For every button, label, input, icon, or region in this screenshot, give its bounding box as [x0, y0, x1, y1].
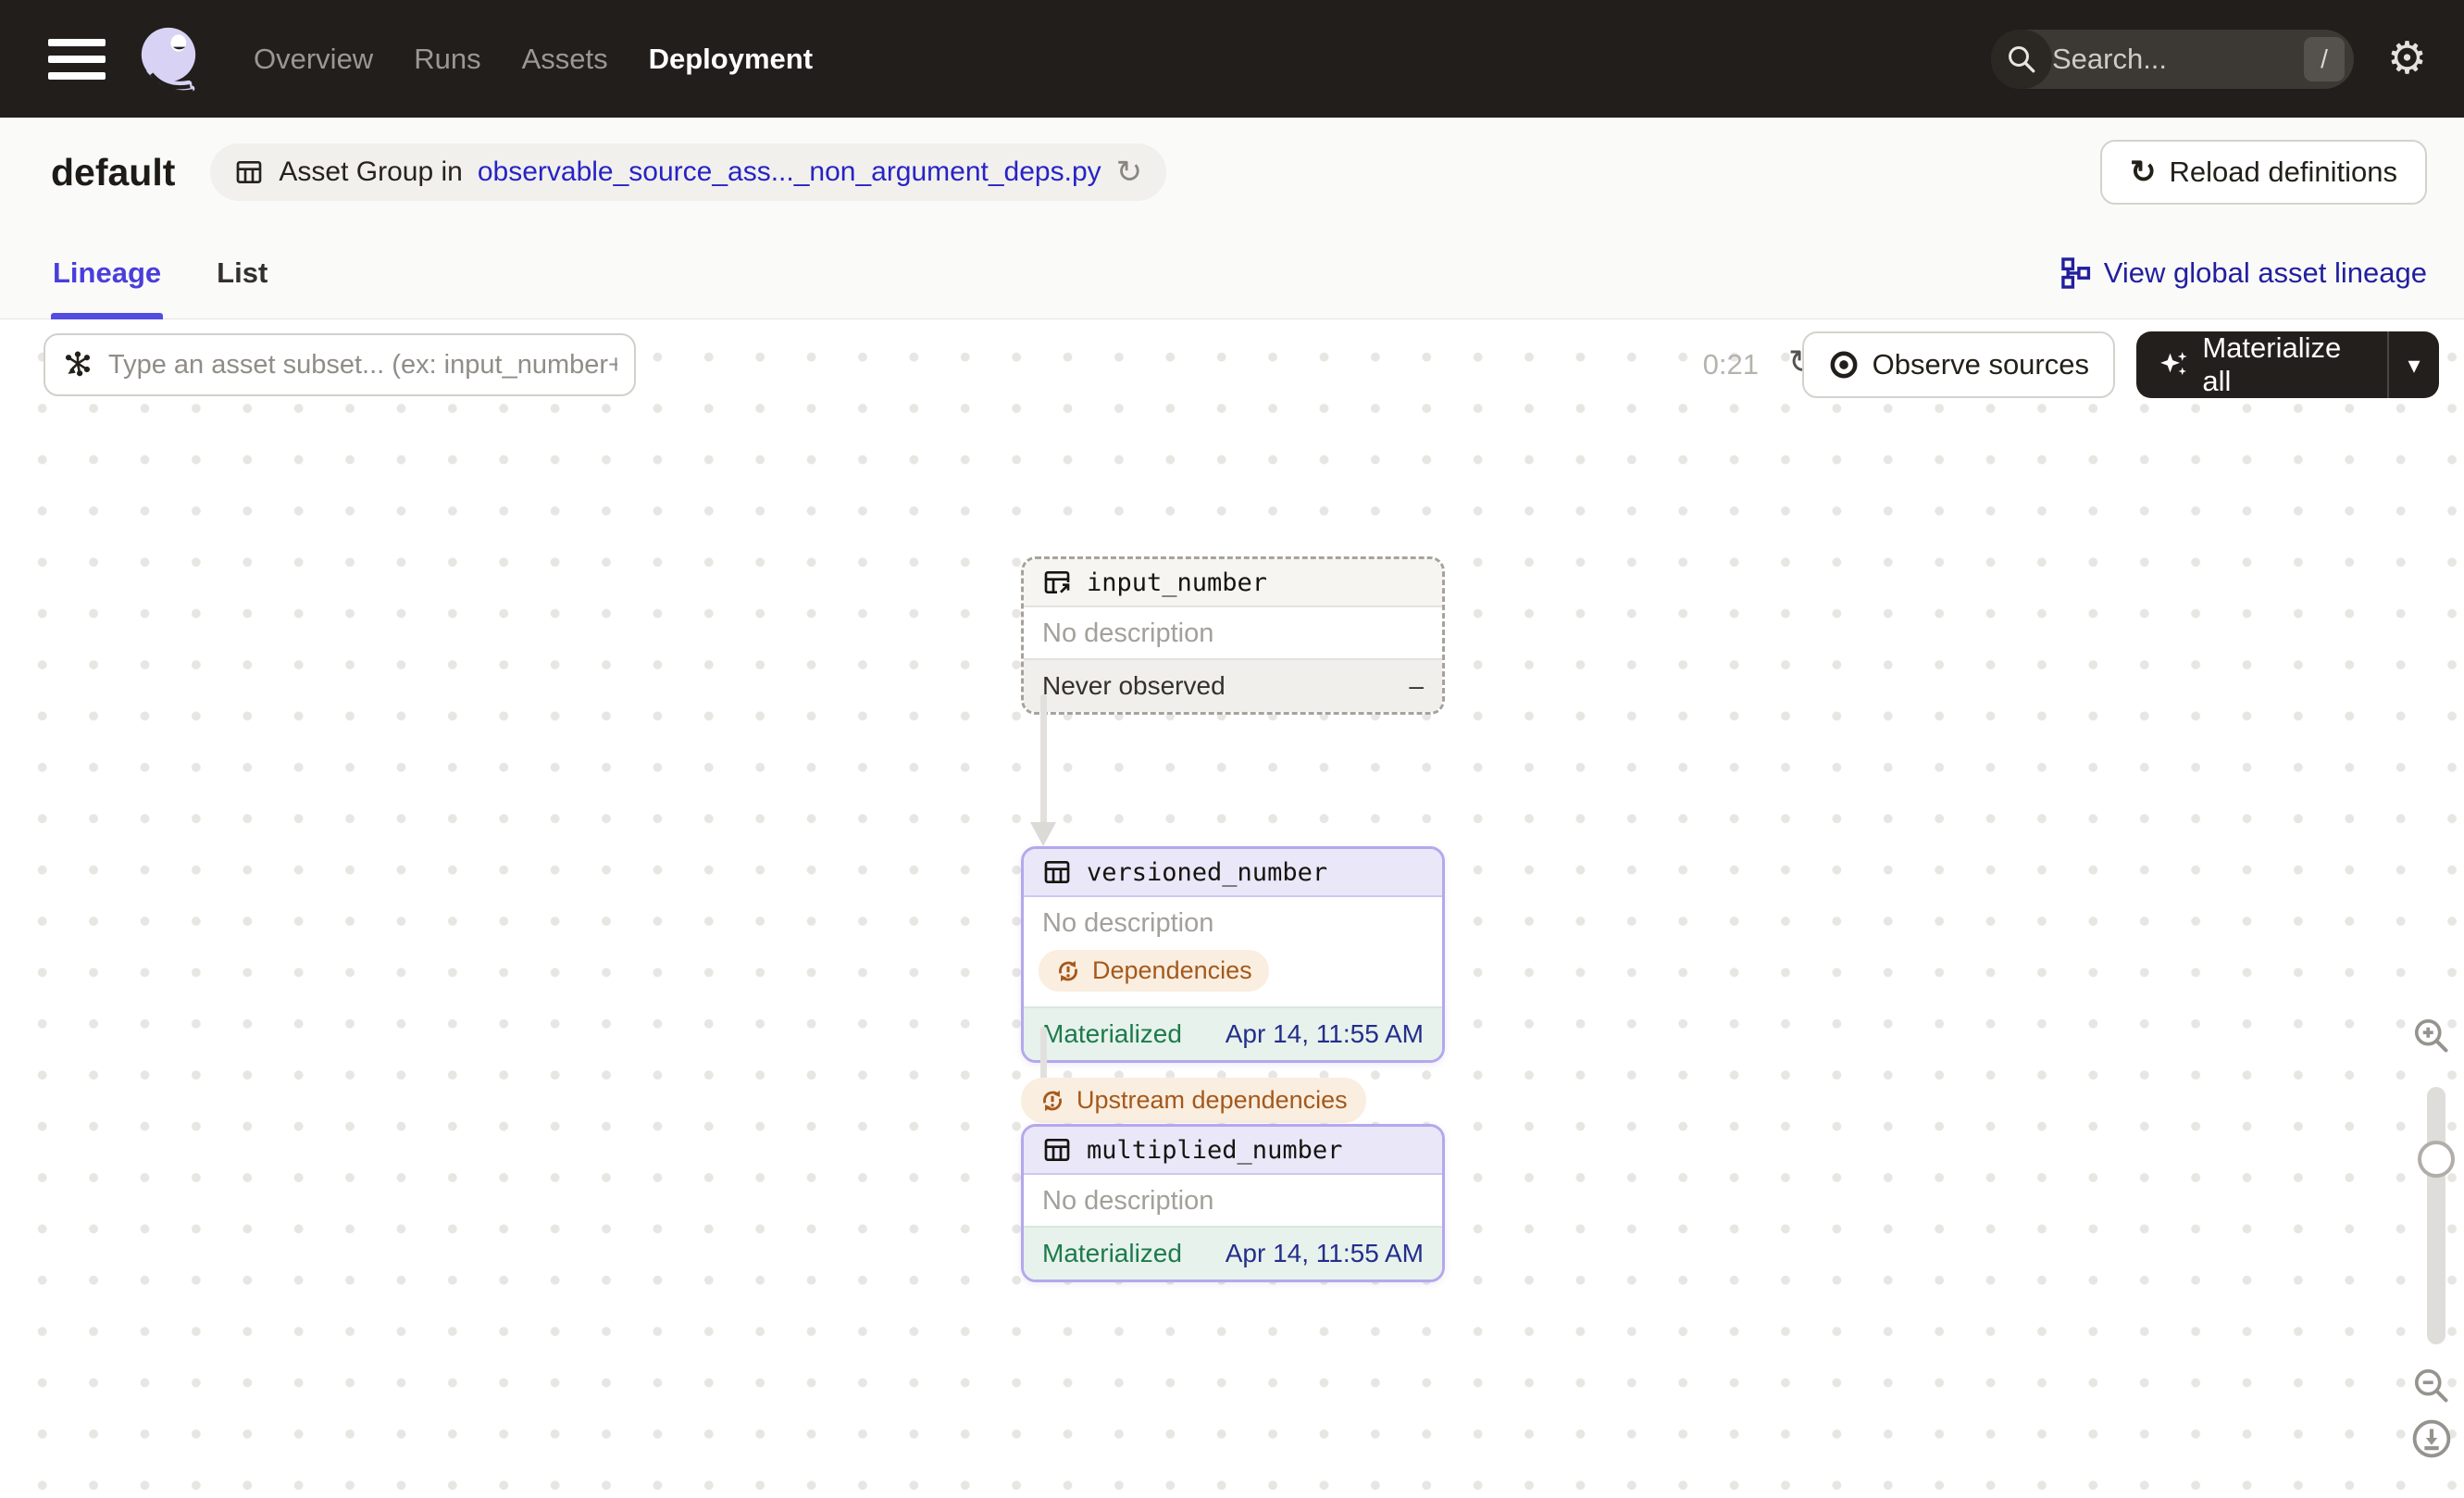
asset-node-input-number[interactable]: input_number No description Never observ…	[1021, 556, 1445, 715]
materialize-all-label: Materialize all	[2202, 331, 2342, 397]
download-image-icon[interactable]	[2410, 1417, 2453, 1460]
asset-node-header: input_number	[1024, 559, 1442, 607]
nav-assets[interactable]: Assets	[522, 43, 608, 76]
search-shortcut-badge: /	[2303, 36, 2345, 81]
asset-tags: Dependencies	[1024, 948, 1442, 1006]
table-icon	[237, 161, 262, 183]
asset-node-multiplied-number[interactable]: multiplied_number No description Materia…	[1021, 1124, 1445, 1282]
edge-arrowhead-icon	[1030, 822, 1056, 846]
nav-runs[interactable]: Runs	[414, 43, 480, 76]
asset-status-label: Materialized	[1042, 1239, 1182, 1267]
asset-graph-filter-icon	[65, 351, 91, 377]
asset-description: No description	[1042, 618, 1214, 648]
reload-icon: ↻	[2130, 155, 2157, 190]
asset-status-label: Never observed	[1042, 671, 1226, 700]
materialize-dropdown-button[interactable]: ▾	[2387, 331, 2439, 398]
nav-deployment[interactable]: Deployment	[649, 43, 813, 76]
view-global-asset-lineage-link[interactable]: View global asset lineage	[2060, 256, 2427, 290]
materialize-all-button[interactable]: Materialize all ▾	[2136, 331, 2439, 398]
page-title: default	[51, 150, 176, 193]
reload-definitions-button[interactable]: ↻ Reload definitions	[2100, 140, 2427, 205]
asset-node-versioned-number[interactable]: versioned_number No description Dependen…	[1021, 846, 1445, 1063]
main-navigation: Overview Runs Assets Deployment	[254, 43, 813, 76]
asset-status-value: –	[1409, 671, 1424, 700]
caret-down-icon: ▾	[2408, 350, 2420, 379]
asset-node-header: multiplied_number	[1024, 1127, 1442, 1175]
asset-status-row: Materialized Apr 14, 11:55 AM	[1024, 1226, 1442, 1280]
view-global-asset-lineage-label: View global asset lineage	[2103, 256, 2427, 289]
asset-status-value[interactable]: Apr 14, 11:55 AM	[1226, 1019, 1424, 1049]
asset-group-breadcrumb: Asset Group in observable_source_ass..._…	[210, 144, 1167, 201]
zoom-slider-handle[interactable]	[2418, 1141, 2455, 1178]
observe-eye-icon	[1830, 351, 1858, 379]
nav-overview[interactable]: Overview	[254, 43, 373, 76]
zoom-slider-track[interactable]	[2427, 1087, 2445, 1344]
dependencies-tag[interactable]: Dependencies	[1039, 950, 1269, 992]
asset-name: multiplied_number	[1087, 1135, 1343, 1165]
lineage-graph-canvas[interactable]: 0:21 ↻ Observe sources Materialize all ▾	[0, 320, 2464, 1498]
asset-name: versioned_number	[1087, 857, 1328, 887]
asset-node-header: versioned_number	[1024, 849, 1442, 897]
search-icon	[1990, 29, 2052, 89]
observe-sources-button[interactable]: Observe sources	[1801, 331, 2115, 398]
asset-description: No description	[1042, 908, 1214, 938]
lineage-graph-icon	[2060, 256, 2090, 289]
asset-status-label: Materialized	[1042, 1019, 1182, 1048]
top-navbar: Overview Runs Assets Deployment / ⚙	[0, 0, 2464, 118]
refresh-countdown: 0:21	[1702, 348, 1759, 381]
dagster-app: Overview Runs Assets Deployment / ⚙ defa…	[0, 0, 2464, 1498]
zoom-in-icon[interactable]	[2410, 1015, 2451, 1055]
asset-subset-input[interactable]	[108, 349, 617, 381]
edge-versioned-to-multiplied	[1040, 1027, 1047, 1080]
table-icon	[1044, 861, 1070, 883]
reload-definitions-label: Reload definitions	[2169, 156, 2397, 188]
global-search[interactable]: /	[1990, 29, 2354, 89]
asset-group-file-link[interactable]: observable_source_ass..._non_argument_de…	[478, 156, 1101, 188]
asset-name: input_number	[1087, 568, 1268, 597]
dependencies-tag-label: Dependencies	[1092, 956, 1252, 984]
asset-subset-filter[interactable]	[44, 333, 636, 396]
upstream-dependencies-label: Upstream dependencies	[1076, 1086, 1348, 1114]
page-header: default Asset Group in observable_source…	[0, 118, 2464, 227]
zoom-out-icon[interactable]	[2410, 1365, 2451, 1405]
upstream-dependencies-tag[interactable]: Upstream dependencies	[1021, 1078, 1366, 1123]
observe-sources-label: Observe sources	[1872, 348, 2089, 381]
observable-table-icon	[1044, 571, 1070, 593]
tab-lineage[interactable]: Lineage	[51, 227, 164, 319]
tabs-bar: Lineage List View global asset lineage	[0, 227, 2464, 319]
tab-list[interactable]: List	[215, 227, 269, 319]
asset-status-row: Never observed –	[1024, 658, 1442, 712]
edge-input-to-versioned	[1040, 694, 1047, 824]
asset-status-row: Materialized Apr 14, 11:55 AM	[1024, 1006, 1442, 1060]
dagster-logo-icon[interactable]	[131, 22, 205, 96]
asset-description: No description	[1042, 1186, 1214, 1216]
table-icon	[1044, 1139, 1070, 1161]
sparkles-icon	[2160, 352, 2187, 376]
hamburger-menu-icon[interactable]	[48, 38, 106, 80]
asset-status-value[interactable]: Apr 14, 11:55 AM	[1226, 1239, 1424, 1268]
reload-location-icon[interactable]: ↻	[1116, 154, 1143, 191]
asset-group-label: Asset Group in	[279, 156, 463, 187]
gear-icon[interactable]: ⚙	[2387, 36, 2427, 81]
changed-dependencies-icon	[1059, 960, 1077, 981]
search-input[interactable]	[2051, 42, 2304, 76]
changed-dependencies-icon	[1043, 1090, 1062, 1111]
